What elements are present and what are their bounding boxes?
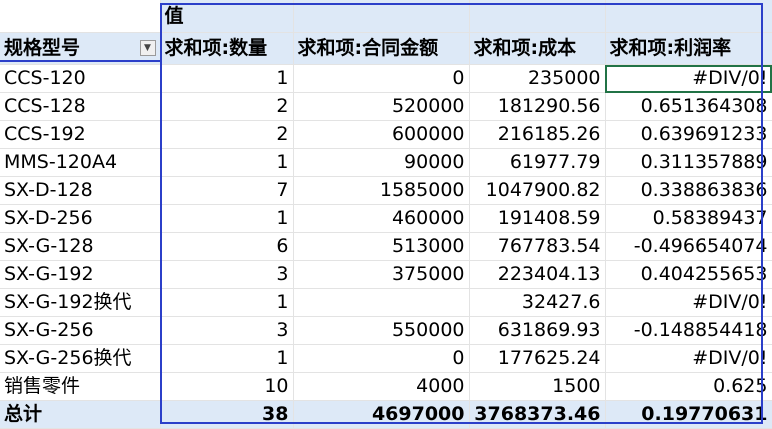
margin-cell[interactable]: #DIV/0! <box>605 288 772 317</box>
values-caption[interactable]: 值 <box>160 0 294 33</box>
margin-cell[interactable]: 0.404255653 <box>605 260 772 289</box>
grand-total-label[interactable]: 总计 <box>0 400 161 429</box>
margin-cell[interactable]: 0.311357889 <box>605 148 772 177</box>
amount-cell[interactable]: 90000 <box>293 148 470 177</box>
row-label-cell[interactable]: CCS-120 <box>0 64 161 93</box>
amount-cell[interactable]: 513000 <box>293 232 470 261</box>
total-cost-cell[interactable]: 3768373.46 <box>469 400 606 429</box>
cost-cell[interactable]: 32427.6 <box>469 288 606 317</box>
amount-cell[interactable]: 4000 <box>293 372 470 401</box>
values-caption-filler[interactable] <box>469 0 606 33</box>
amount-cell[interactable]: 0 <box>293 344 470 373</box>
column-header-qty[interactable]: 求和项:数量 <box>160 32 294 65</box>
cost-cell[interactable]: 177625.24 <box>469 344 606 373</box>
row-label-cell[interactable]: SX-G-256 <box>0 316 161 345</box>
qty-cell[interactable]: 3 <box>160 316 294 345</box>
row-label-cell[interactable]: 销售零件 <box>0 372 161 401</box>
cost-cell[interactable]: 191408.59 <box>469 204 606 233</box>
table-row: 销售零件 10 4000 1500 0.625 <box>0 372 772 401</box>
row-field-label: 规格型号 <box>4 37 81 59</box>
margin-cell[interactable]: -0.496654074 <box>605 232 772 261</box>
margin-cell[interactable]: #DIV/0! <box>605 64 772 93</box>
qty-cell[interactable]: 1 <box>160 288 294 317</box>
margin-cell[interactable]: 0.625 <box>605 372 772 401</box>
cost-cell[interactable]: 1500 <box>469 372 606 401</box>
column-header-cost[interactable]: 求和项:成本 <box>469 32 606 65</box>
qty-cell[interactable]: 3 <box>160 260 294 289</box>
table-row: CCS-192 2 600000 216185.26 0.639691233 <box>0 120 772 149</box>
total-amount-cell[interactable]: 4697000 <box>293 400 470 429</box>
qty-cell[interactable]: 7 <box>160 176 294 205</box>
values-caption-row: 值 <box>0 0 772 33</box>
chevron-down-icon[interactable]: ▼ <box>139 40 156 56</box>
qty-cell[interactable]: 1 <box>160 204 294 233</box>
table-row: SX-G-192 3 375000 223404.13 0.404255653 <box>0 260 772 289</box>
cost-cell[interactable]: 631869.93 <box>469 316 606 345</box>
amount-cell[interactable]: 375000 <box>293 260 470 289</box>
amount-cell[interactable]: 600000 <box>293 120 470 149</box>
qty-cell[interactable]: 10 <box>160 372 294 401</box>
row-label-cell[interactable]: SX-G-192 <box>0 260 161 289</box>
qty-cell[interactable]: 1 <box>160 344 294 373</box>
table-row: SX-D-128 7 1585000 1047900.82 0.338863836 <box>0 176 772 205</box>
row-field-header[interactable]: 规格型号 ▼ <box>0 32 161 65</box>
amount-cell[interactable]: 550000 <box>293 316 470 345</box>
column-header-margin[interactable]: 求和项:利润率 <box>605 32 772 65</box>
cost-cell[interactable]: 216185.26 <box>469 120 606 149</box>
empty-corner-cell[interactable] <box>0 0 161 33</box>
table-row: CCS-128 2 520000 181290.56 0.651364308 <box>0 92 772 121</box>
margin-cell[interactable]: 0.651364308 <box>605 92 772 121</box>
grand-total-row: 总计 38 4697000 3768373.46 0.19770631 <box>0 400 772 429</box>
row-label-cell[interactable]: SX-G-128 <box>0 232 161 261</box>
amount-cell[interactable]: 460000 <box>293 204 470 233</box>
amount-cell[interactable]: 520000 <box>293 92 470 121</box>
cost-cell[interactable]: 223404.13 <box>469 260 606 289</box>
qty-cell[interactable]: 2 <box>160 92 294 121</box>
cost-cell[interactable]: 181290.56 <box>469 92 606 121</box>
table-row: SX-G-192换代 1 32427.6 #DIV/0! <box>0 288 772 317</box>
margin-cell[interactable]: 0.58389437 <box>605 204 772 233</box>
row-label-cell[interactable]: CCS-192 <box>0 120 161 149</box>
row-label-cell[interactable]: MMS-120A4 <box>0 148 161 177</box>
total-qty-cell[interactable]: 38 <box>160 400 294 429</box>
table-row: SX-G-256换代 1 0 177625.24 #DIV/0! <box>0 344 772 373</box>
table-row: SX-G-256 3 550000 631869.93 -0.148854418 <box>0 316 772 345</box>
amount-cell[interactable]: 1585000 <box>293 176 470 205</box>
row-label-cell[interactable]: SX-D-128 <box>0 176 161 205</box>
values-caption-filler[interactable] <box>605 0 772 33</box>
row-label-cell[interactable]: SX-D-256 <box>0 204 161 233</box>
margin-cell[interactable]: #DIV/0! <box>605 344 772 373</box>
margin-cell[interactable]: 0.338863836 <box>605 176 772 205</box>
cost-cell[interactable]: 235000 <box>469 64 606 93</box>
table-row: MMS-120A4 1 90000 61977.79 0.311357889 <box>0 148 772 177</box>
amount-cell[interactable] <box>293 288 470 317</box>
qty-cell[interactable]: 2 <box>160 120 294 149</box>
qty-cell[interactable]: 1 <box>160 148 294 177</box>
row-label-cell[interactable]: SX-G-256换代 <box>0 344 161 373</box>
amount-cell[interactable]: 0 <box>293 64 470 93</box>
cost-cell[interactable]: 1047900.82 <box>469 176 606 205</box>
qty-cell[interactable]: 1 <box>160 64 294 93</box>
column-header-amount[interactable]: 求和项:合同金额 <box>293 32 470 65</box>
row-label-cell[interactable]: CCS-128 <box>0 92 161 121</box>
row-label-cell[interactable]: SX-G-192换代 <box>0 288 161 317</box>
cost-cell[interactable]: 61977.79 <box>469 148 606 177</box>
margin-cell[interactable]: 0.639691233 <box>605 120 772 149</box>
column-header-row: 规格型号 ▼ 求和项:数量 求和项:合同金额 求和项:成本 求和项:利润率 <box>0 32 772 65</box>
table-row: CCS-120 1 0 235000 #DIV/0! <box>0 64 772 93</box>
total-margin-cell[interactable]: 0.19770631 <box>605 400 772 429</box>
qty-cell[interactable]: 6 <box>160 232 294 261</box>
pivot-table: 值 规格型号 ▼ 求和项:数量 求和项:合同金额 求和项:成本 求和项:利润率 … <box>0 0 772 429</box>
cost-cell[interactable]: 767783.54 <box>469 232 606 261</box>
table-row: SX-D-256 1 460000 191408.59 0.58389437 <box>0 204 772 233</box>
values-caption-filler[interactable] <box>293 0 470 33</box>
table-row: SX-G-128 6 513000 767783.54 -0.496654074 <box>0 232 772 261</box>
margin-cell[interactable]: -0.148854418 <box>605 316 772 345</box>
